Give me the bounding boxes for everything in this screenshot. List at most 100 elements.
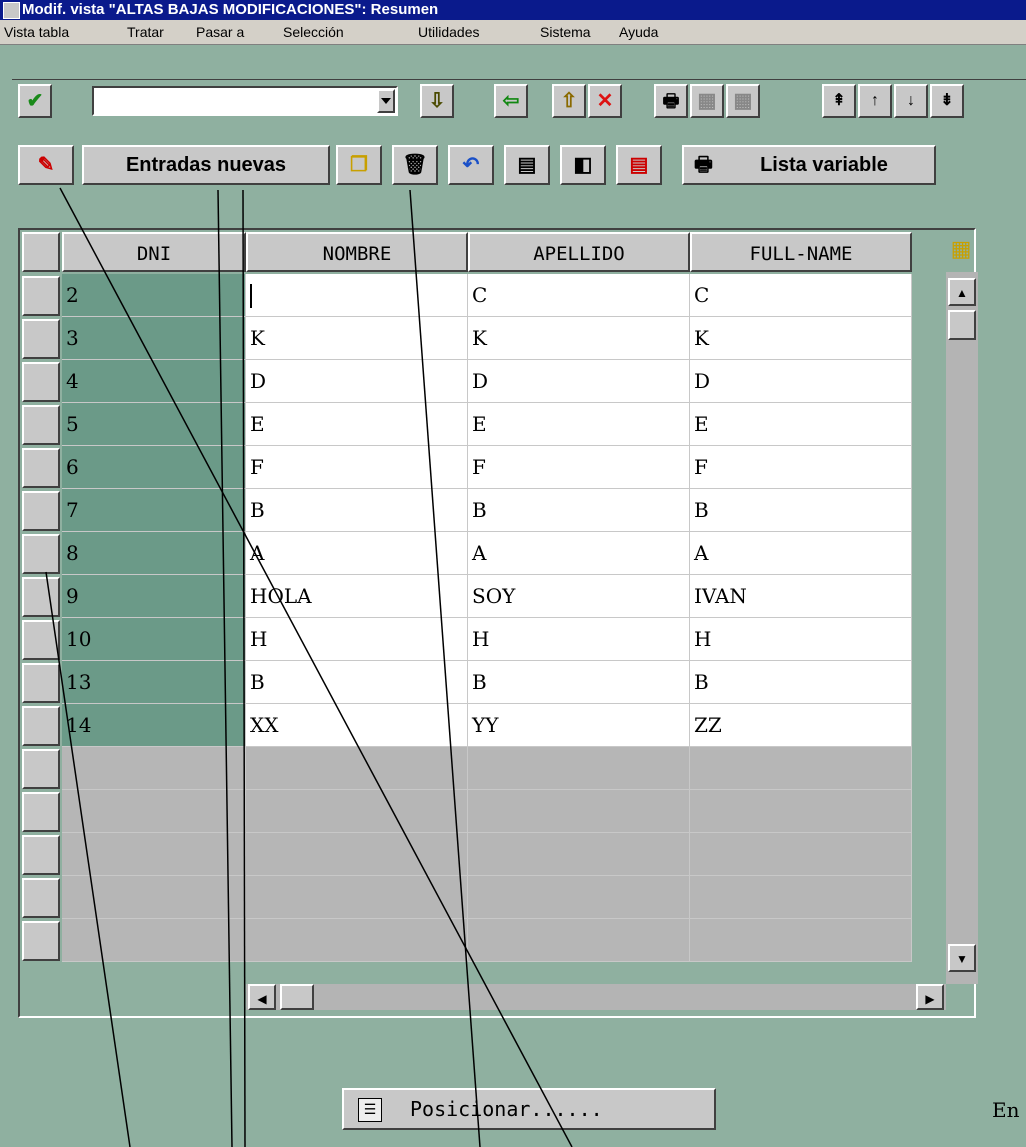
empty-cell[interactable] [690,790,912,833]
row-select-button[interactable] [22,620,60,660]
cell-full-name[interactable]: ZZ [690,704,912,747]
command-field[interactable] [92,86,398,116]
cell-apellido[interactable]: SOY [468,575,690,618]
cell-nombre[interactable]: D [246,360,468,403]
check-icon[interactable]: ✔ [18,84,52,118]
cell-apellido[interactable]: F [468,446,690,489]
display-change-icon[interactable]: ✎ [18,145,74,185]
cell-full-name[interactable]: F [690,446,912,489]
cell-nombre[interactable]: H [246,618,468,661]
empty-cell[interactable] [246,790,468,833]
cell-full-name[interactable]: D [690,360,912,403]
cancel-icon[interactable]: ✕ [588,84,622,118]
empty-cell[interactable] [62,790,246,833]
table-settings-icon[interactable]: ▦ [948,236,974,262]
cell-apellido[interactable]: C [468,274,690,317]
cell-apellido[interactable]: K [468,317,690,360]
cell-nombre[interactable]: HOLA [246,575,468,618]
row-select-button[interactable] [22,663,60,703]
last-page-icon[interactable]: ⇟ [930,84,964,118]
scroll-left-button[interactable]: ◀ [248,984,276,1010]
first-page-icon[interactable]: ⇞ [822,84,856,118]
menu-tratar[interactable]: Tratar [127,20,164,44]
cell-apellido[interactable]: A [468,532,690,575]
row-select-button[interactable] [22,749,60,789]
position-button[interactable]: ☰ Posicionar...... [342,1088,716,1130]
empty-cell[interactable] [690,919,912,962]
row-select-button[interactable] [22,491,60,531]
cell-nombre[interactable]: E [246,403,468,446]
scroll-up-button[interactable]: ▲ [948,278,976,306]
empty-cell[interactable] [468,790,690,833]
menu-sistema[interactable]: Sistema [540,20,591,44]
exit-icon[interactable]: ⇧ [552,84,586,118]
empty-cell[interactable] [62,919,246,962]
column-header-nombre[interactable]: NOMBRE [246,232,468,272]
cell-apellido[interactable]: D [468,360,690,403]
empty-cell[interactable] [468,876,690,919]
variable-list-button[interactable]: 🖶 Lista variable [682,145,936,185]
empty-cell[interactable] [62,747,246,790]
new-entries-button[interactable]: Entradas nuevas [82,145,330,185]
cell-apellido[interactable]: B [468,661,690,704]
column-header-apellido[interactable]: APELLIDO [468,232,690,272]
dropdown-icon[interactable] [377,89,395,113]
menu-ayuda[interactable]: Ayuda [619,20,658,44]
cell-full-name[interactable]: K [690,317,912,360]
find-icon[interactable]: ▦ [690,84,724,118]
next-page-icon[interactable]: ↓ [894,84,928,118]
menu-vista-tabla[interactable]: Vista tabla [4,20,69,44]
vertical-scrollbar[interactable] [946,272,978,984]
find-next-icon[interactable]: ▦ [726,84,760,118]
select-all-rows-button[interactable] [22,232,60,272]
row-select-button[interactable] [22,835,60,875]
scroll-right-button[interactable]: ▶ [916,984,944,1010]
cell-full-name[interactable]: H [690,618,912,661]
row-select-button[interactable] [22,276,60,316]
undo-icon[interactable]: ↶ [448,145,494,185]
print-icon[interactable]: 🖶 [654,84,688,118]
cell-apellido[interactable]: YY [468,704,690,747]
deselect-all-icon[interactable]: ▤ [616,145,662,185]
row-select-button[interactable] [22,792,60,832]
back-icon[interactable]: ⇦ [494,84,528,118]
empty-cell[interactable] [468,919,690,962]
menu-pasar-a[interactable]: Pasar a [196,20,244,44]
cell-nombre[interactable]: K [246,317,468,360]
row-select-button[interactable] [22,706,60,746]
cell-nombre[interactable]: XX [246,704,468,747]
empty-cell[interactable] [690,747,912,790]
row-select-button[interactable] [22,878,60,918]
row-select-button[interactable] [22,577,60,617]
cell-full-name[interactable]: IVAN [690,575,912,618]
empty-cell[interactable] [690,833,912,876]
cell-apellido[interactable]: H [468,618,690,661]
row-select-button[interactable] [22,921,60,961]
row-select-button[interactable] [22,534,60,574]
scroll-down-button[interactable]: ▼ [948,944,976,972]
horizontal-scroll-thumb[interactable] [280,984,314,1010]
empty-cell[interactable] [690,876,912,919]
prev-page-icon[interactable]: ↑ [858,84,892,118]
empty-cell[interactable] [246,747,468,790]
select-block-icon[interactable]: ◧ [560,145,606,185]
cell-nombre[interactable]: B [246,489,468,532]
empty-cell[interactable] [246,833,468,876]
menu-utilidades[interactable]: Utilidades [418,20,479,44]
vertical-scroll-thumb[interactable] [948,310,976,340]
empty-cell[interactable] [468,747,690,790]
row-select-button[interactable] [22,448,60,488]
cell-nombre[interactable]: F [246,446,468,489]
cell-nombre[interactable] [246,274,468,317]
horizontal-scrollbar[interactable] [246,984,946,1010]
copy-icon[interactable]: ❐ [336,145,382,185]
cell-full-name[interactable]: C [690,274,912,317]
row-select-button[interactable] [22,319,60,359]
save-icon[interactable]: ⇩ [420,84,454,118]
row-select-button[interactable] [22,362,60,402]
delete-icon[interactable]: 🗑 [392,145,438,185]
empty-cell[interactable] [246,876,468,919]
empty-cell[interactable] [246,919,468,962]
column-header-dni[interactable]: DNI [62,232,246,272]
menu-seleccion[interactable]: Selección [283,20,344,44]
